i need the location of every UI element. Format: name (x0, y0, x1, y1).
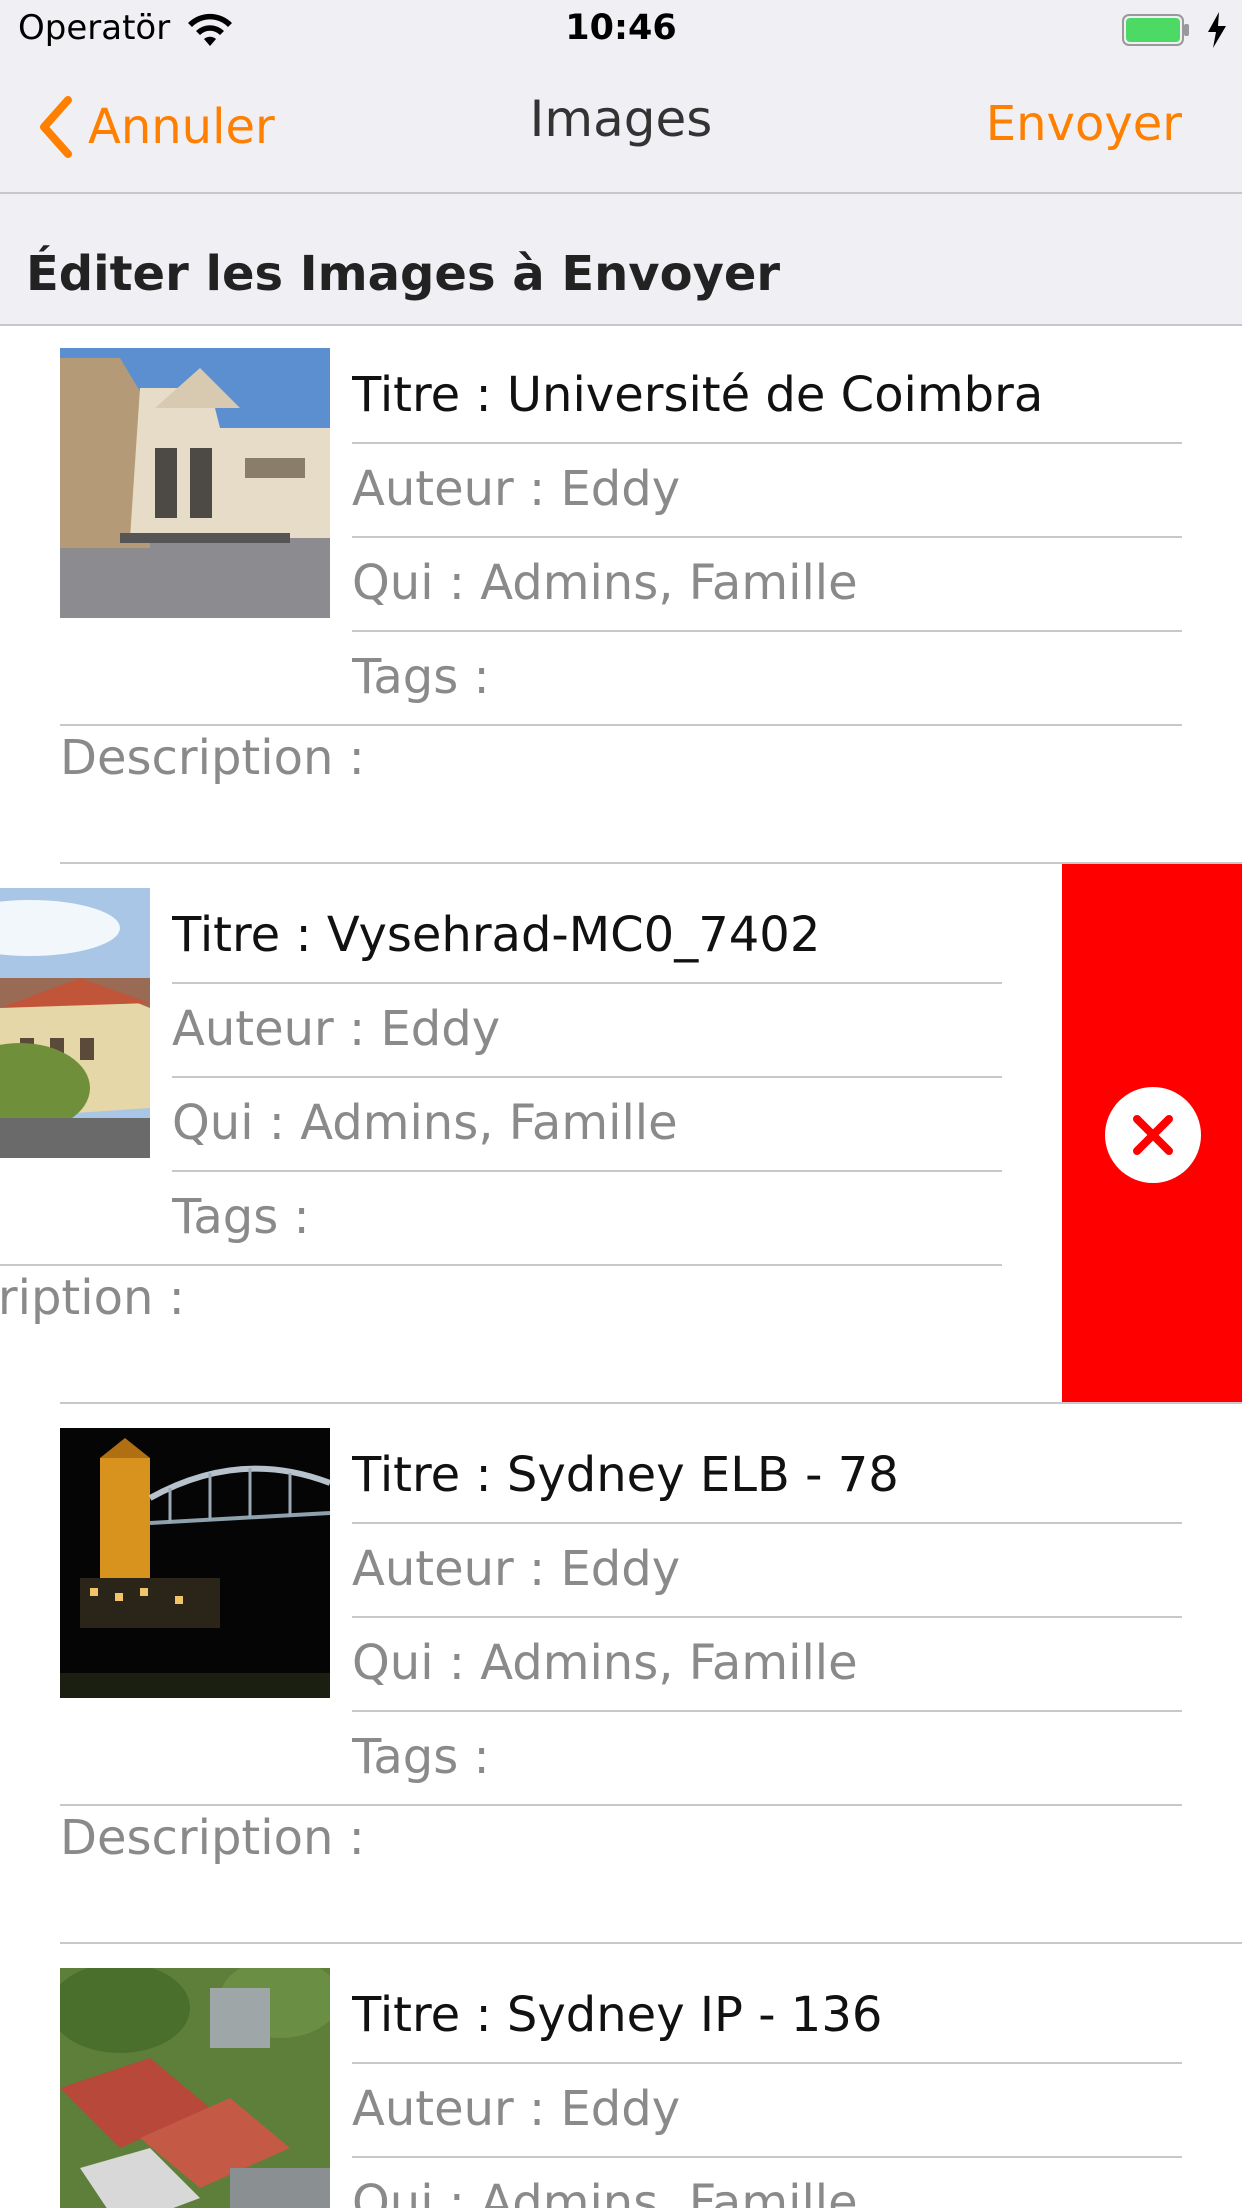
author-field[interactable]: Auteur : Eddy (352, 2062, 1182, 2158)
description-field[interactable]: Description : (0, 1270, 185, 1326)
battery-icon (1122, 14, 1190, 46)
who-field[interactable]: Qui : Admins, Famille (352, 536, 1182, 632)
tags-field[interactable]: Tags : (352, 1710, 1182, 1806)
author-field[interactable]: Auteur : Eddy (172, 982, 1002, 1078)
tags-field[interactable]: Tags : (172, 1170, 1002, 1266)
delete-button[interactable] (1105, 1087, 1201, 1183)
clock: 10:46 (565, 8, 677, 48)
section-title: Éditer les Images à Envoyer (26, 246, 781, 302)
title-field[interactable]: Titre : Université de Coimbra (352, 348, 1182, 444)
who-field[interactable]: Qui : Admins, Famille (352, 1616, 1182, 1712)
navigation-bar: Annuler Images Envoyer (0, 60, 1242, 190)
title-field[interactable]: Titre : Vysehrad-MC0_7402 (172, 888, 1002, 984)
section-header: Éditer les Images à Envoyer (0, 194, 1242, 326)
cell-separator (60, 1402, 1242, 1404)
image-cell[interactable]: Titre : Sydney ELB - 78 Auteur : Eddy Qu… (0, 1428, 1242, 1942)
send-button[interactable]: Envoyer (986, 96, 1182, 152)
image-cell[interactable]: Titre : Sydney IP - 136 Auteur : Eddy Qu… (0, 1968, 1242, 2208)
cell-separator (60, 1942, 1242, 1944)
image-thumbnail (60, 1428, 330, 1698)
tags-field[interactable]: Tags : (352, 630, 1182, 726)
description-field[interactable]: Description : (60, 1810, 365, 1866)
charging-icon (1206, 12, 1228, 48)
image-cell[interactable]: Titre : Université de Coimbra Auteur : E… (0, 348, 1242, 862)
field-divider (60, 724, 1182, 726)
author-field[interactable]: Auteur : Eddy (352, 442, 1182, 538)
title-field[interactable]: Titre : Sydney IP - 136 (352, 1968, 1182, 2064)
field-divider (0, 1264, 1002, 1266)
delete-action[interactable] (1062, 864, 1242, 1402)
who-field[interactable]: Qui : Admins, Famille (172, 1076, 1002, 1172)
close-circle-icon (1133, 1115, 1173, 1155)
top-bar: Operatör 10:46 Annuler Images Envoyer (0, 0, 1242, 194)
status-bar: Operatör 10:46 (0, 0, 1242, 60)
image-thumbnail (60, 1968, 330, 2208)
author-field[interactable]: Auteur : Eddy (352, 1522, 1182, 1618)
description-field[interactable]: Description : (60, 730, 365, 786)
image-thumbnail (60, 348, 330, 618)
who-field[interactable]: Qui : Admins, Famille (352, 2156, 1182, 2208)
image-thumbnail (0, 888, 150, 1158)
image-cell-swiped[interactable]: Titre : Vysehrad-MC0_7402 Auteur : Eddy … (0, 888, 1062, 1402)
title-field[interactable]: Titre : Sydney ELB - 78 (352, 1428, 1182, 1524)
field-divider (60, 1804, 1182, 1806)
